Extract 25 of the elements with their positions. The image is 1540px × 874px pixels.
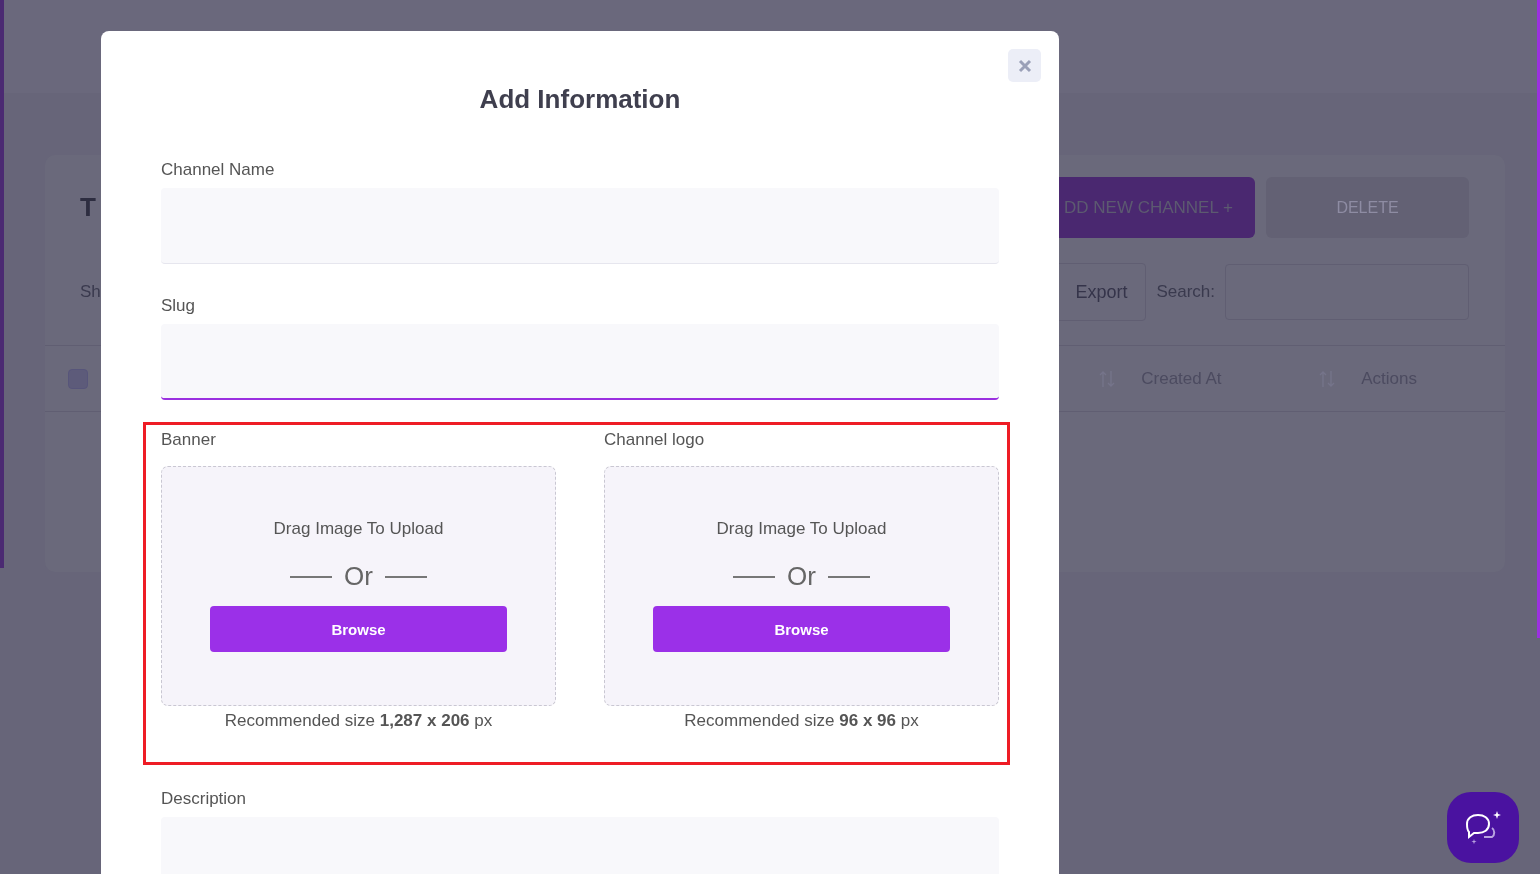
input-field[interactable] xyxy=(161,324,999,400)
field-label: Banner xyxy=(161,430,217,450)
upload-dropzone[interactable]: Drag Image To Upload Or Browse xyxy=(161,466,556,706)
field-label: Channel Name xyxy=(161,160,276,180)
divider-line xyxy=(384,575,427,578)
close-icon xyxy=(1017,58,1032,73)
field-label: Description xyxy=(161,789,248,809)
or-text: Or xyxy=(344,561,373,592)
divider-line xyxy=(290,575,333,578)
browse-button[interactable]: Browse xyxy=(653,606,950,652)
browse-button[interactable]: Browse xyxy=(210,606,507,652)
page-title: T xyxy=(80,192,96,223)
divider-line xyxy=(827,575,870,578)
drag-instruction: Drag Image To Upload xyxy=(273,519,444,539)
size-hint: Recommended size 1,287 x 206 px xyxy=(223,711,494,731)
field-label: Slug xyxy=(161,296,197,316)
drag-instruction: Drag Image To Upload xyxy=(716,519,887,539)
divider-line xyxy=(733,575,776,578)
chat-button[interactable] xyxy=(1447,792,1519,863)
close-button[interactable] xyxy=(1008,49,1041,82)
size-hint: Recommended size 96 x 96 px xyxy=(683,711,920,731)
or-text: Or xyxy=(787,561,816,592)
field-label: Channel logo xyxy=(604,430,706,450)
dialog-title: Add Information xyxy=(478,83,682,115)
upload-dropzone[interactable]: Drag Image To Upload Or Browse xyxy=(604,466,999,706)
